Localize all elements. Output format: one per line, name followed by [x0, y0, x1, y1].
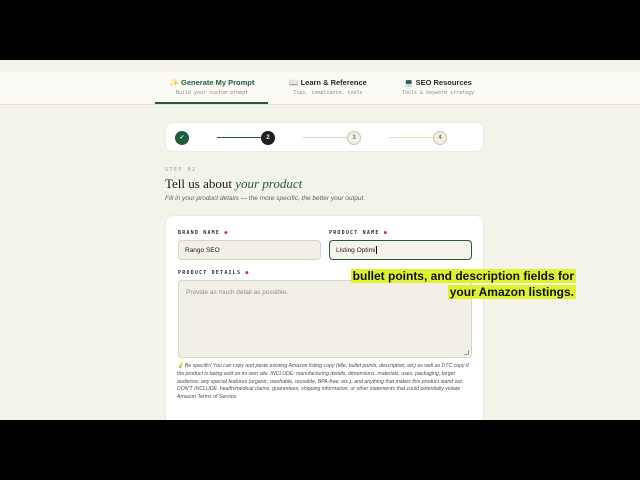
product-details-placeholder: Provide as much detail as possible.	[186, 289, 288, 296]
laptop-icon: 💻	[404, 78, 414, 87]
product-name-label-text: PRODUCT NAME	[329, 230, 380, 236]
required-indicator: ●	[383, 230, 388, 236]
help-text: 💡 Be specific! You can copy and paste ex…	[177, 363, 472, 402]
main-nav: ✨ Generate My Prompt Build your custom p…	[0, 72, 640, 105]
resize-handle-icon[interactable]	[464, 350, 469, 355]
tab-seo-label: SEO Resources	[415, 78, 472, 87]
product-details-label-text: PRODUCT DETAILS	[178, 270, 242, 276]
step-eyebrow: STEP 02	[165, 167, 197, 173]
product-name-label: PRODUCT NAME ●	[329, 230, 388, 236]
caption-line-2: your Amazon listings.	[447, 284, 576, 299]
brand-name-label-text: BRAND NAME	[178, 230, 221, 236]
stepper-line-2	[303, 137, 347, 138]
stepper-line-3	[389, 137, 433, 138]
step-1-check-icon[interactable]: ✓	[175, 131, 189, 145]
product-name-input[interactable]: Listing Optimi	[329, 240, 472, 260]
tab-learn-sub: Tips, compliance, tools	[293, 90, 363, 96]
video-caption: bullet points, and description fields fo…	[350, 269, 576, 301]
brand-name-value: Rango SEO	[185, 246, 220, 254]
stepper-line-1	[217, 137, 261, 138]
page-title-prefix: Tell us about	[165, 176, 236, 191]
tab-generate-sub: Build your custom prompt	[175, 90, 249, 96]
tab-generate-prompt[interactable]: ✨ Generate My Prompt Build your custom p…	[160, 78, 264, 96]
caption-line-1: bullet points, and description fields fo…	[350, 269, 576, 283]
tab-learn-reference[interactable]: 📖 Learn & Reference Tips, compliance, to…	[278, 78, 378, 96]
page-title-emphasis: your product	[235, 176, 303, 191]
page-title: Tell us about your product	[165, 176, 302, 192]
product-name-value: Listing Optimi	[336, 246, 376, 254]
app-page: ✨ Generate My Prompt Build your custom p…	[0, 60, 640, 420]
step-3-indicator[interactable]: 3	[347, 131, 361, 145]
top-band	[0, 60, 640, 72]
tab-generate-label: Generate My Prompt	[181, 78, 255, 87]
tab-seo-sub: Tools & keyword strategy	[401, 90, 475, 96]
product-details-label: PRODUCT DETAILS ●	[178, 270, 250, 276]
step-2-indicator[interactable]: 2	[261, 131, 275, 145]
lightbulb-icon: 💡	[177, 363, 184, 369]
text-caret	[376, 246, 377, 254]
page-subtitle: Fill in your product details — the more …	[165, 195, 366, 202]
brand-name-label: BRAND NAME ●	[178, 230, 229, 236]
tab-learn-label: Learn & Reference	[300, 78, 367, 87]
sparkle-icon: ✨	[169, 78, 179, 87]
active-tab-underline	[155, 102, 268, 104]
help-text-body: Be specific! You can copy and paste exis…	[177, 363, 469, 401]
progress-stepper: ✓ 2 3 4	[165, 122, 484, 152]
required-indicator: ●	[224, 230, 229, 236]
required-indicator: ●	[245, 270, 250, 276]
brand-name-input[interactable]: Rango SEO	[178, 240, 321, 260]
step-4-indicator[interactable]: 4	[433, 131, 447, 145]
book-icon: 📖	[289, 78, 299, 87]
tab-seo-resources[interactable]: 💻 SEO Resources Tools & keyword strategy	[388, 78, 488, 96]
